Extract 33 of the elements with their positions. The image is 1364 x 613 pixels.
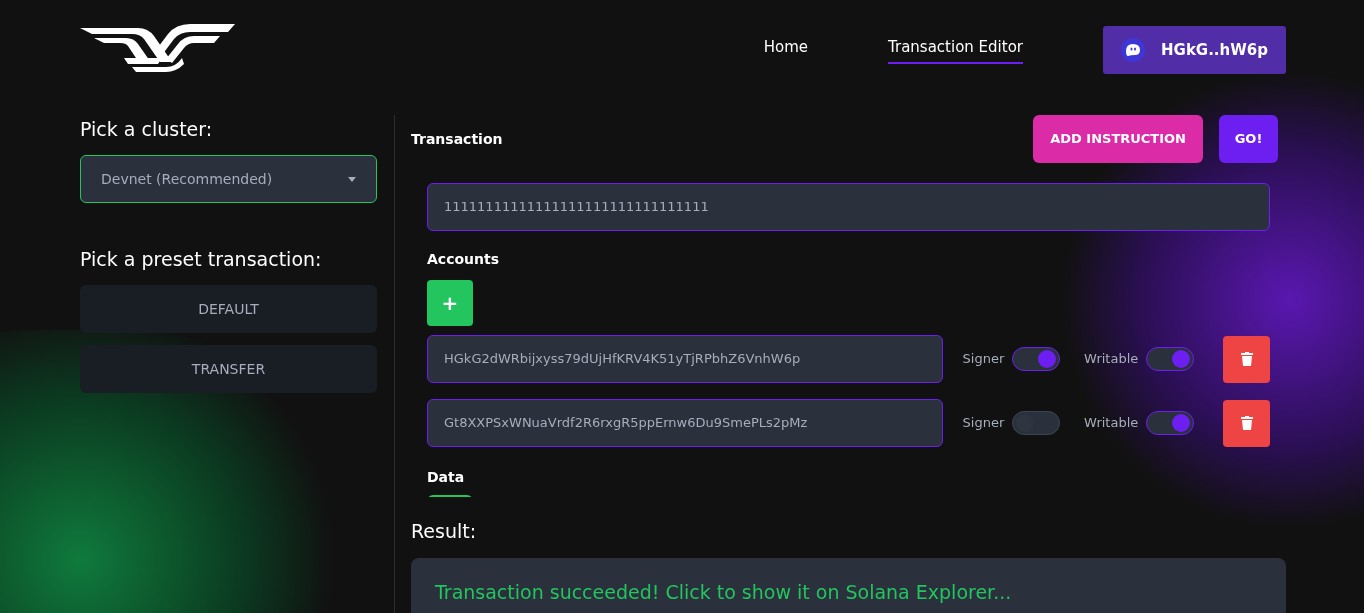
toggle-switch[interactable]: [1012, 411, 1061, 435]
toggle-label: Writable: [1084, 350, 1139, 369]
ghost-icon: [1121, 38, 1145, 62]
section-title: Data: [427, 468, 466, 487]
go-button[interactable]: GO!: [1219, 115, 1278, 163]
preset-label: Pick a preset transaction:: [80, 247, 323, 272]
section-title: Transaction: [411, 129, 503, 149]
result-link[interactable]: Transaction succeeded! Click to show it on Solana Explorer...: [435, 581, 1012, 603]
toggle-switch[interactable]: [1146, 347, 1195, 371]
trash-icon: [1240, 352, 1253, 366]
delete-button[interactable]: [1223, 399, 1270, 447]
account-field[interactable]: HGkG2dWRbijxyss79dUjHfKRV4K51yTjRPbhZ6VnhW6p: [427, 335, 943, 383]
result-label: Result:: [411, 519, 478, 544]
cluster-label: Pick a cluster:: [80, 117, 214, 142]
preset-button[interactable]: TRANSFER: [80, 345, 377, 393]
wallet-button[interactable]: HGkG..hW6p: [1103, 26, 1286, 74]
cluster-select[interactable]: Devnet (Recommended): [80, 155, 377, 203]
toggle-switch[interactable]: [1146, 411, 1195, 435]
section-title: Accounts: [427, 250, 500, 269]
delete-button[interactable]: [1223, 335, 1270, 383]
add-instruction-button[interactable]: ADD INSTRUCTION: [1033, 115, 1203, 163]
nav-link[interactable]: Transaction Editor: [888, 35, 1023, 65]
account-field[interactable]: Gt8XXPSxWNuaVrdf2R6rxgR5ppErnw6Du9SmePLs2pMz: [427, 399, 943, 447]
toggle-label: Writable: [1084, 414, 1139, 433]
toggle-switch[interactable]: [1012, 347, 1061, 371]
preset-button[interactable]: DEFAULT: [80, 285, 377, 333]
nav-link[interactable]: Home: [763, 35, 808, 65]
trash-icon: [1240, 416, 1253, 430]
toggle-label: Signer: [962, 350, 1005, 369]
caret-icon: [348, 176, 356, 182]
toggle-label: Signer: [962, 414, 1005, 433]
program-id-field[interactable]: 11111111111111111111111111111111: [427, 183, 1270, 231]
logo-icon: [80, 24, 235, 74]
